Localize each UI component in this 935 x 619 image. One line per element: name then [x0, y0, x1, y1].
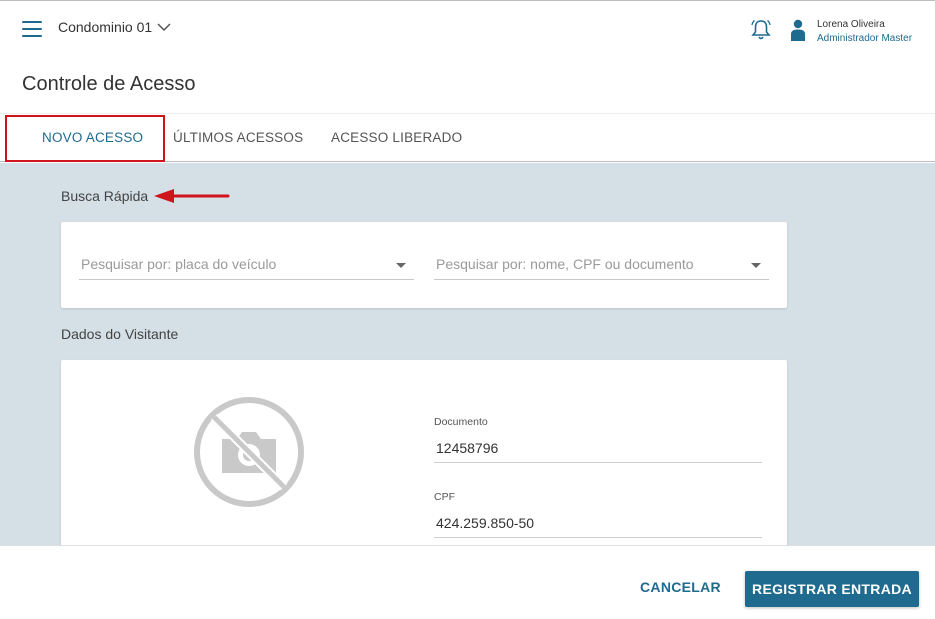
page-title: Controle de Acesso [22, 73, 196, 95]
document-value[interactable]: 12458796 [434, 440, 762, 463]
vehicle-plate-placeholder: Pesquisar por: placa do veículo [81, 256, 277, 272]
quick-search-label: Busca Rápida [61, 188, 149, 204]
quick-search-card: Pesquisar por: placa do veículo Pesquisa… [61, 222, 787, 308]
dropdown-arrow-icon[interactable] [396, 263, 406, 268]
document-label: Documento [434, 416, 488, 428]
top-bar: Condominio 01 Lorena Oliveira Administra… [0, 0, 935, 56]
tab-highlight-box [5, 115, 165, 162]
annotation-arrow-icon [154, 189, 230, 203]
visitor-data-label: Dados do Visitante [61, 326, 179, 342]
cancel-button[interactable]: CANCELAR [628, 569, 733, 605]
person-search-placeholder: Pesquisar por: nome, CPF ou documento [436, 256, 694, 272]
user-role: Administrador Master [817, 33, 913, 44]
condominium-selector[interactable]: Condominio 01 [58, 19, 171, 35]
tab-acesso-liberado[interactable]: ACESSO LIBERADO [331, 130, 462, 145]
bell-icon[interactable] [751, 19, 771, 41]
cpf-label: CPF [434, 491, 455, 503]
hamburger-menu-icon[interactable] [22, 21, 42, 37]
visitor-card: Documento 12458796 CPF 424.259.850-50 [61, 360, 787, 545]
chevron-down-icon [157, 23, 171, 32]
main-content: Busca Rápida Pesquisar por: placa do veí… [0, 163, 935, 545]
cpf-field[interactable]: CPF 424.259.850-50 [434, 491, 762, 538]
register-entry-button[interactable]: REGISTRAR ENTRADA [745, 571, 919, 607]
user-avatar-icon [791, 19, 805, 41]
tab-ultimos-acessos[interactable]: ÚLTIMOS ACESSOS [173, 130, 303, 145]
vehicle-plate-search[interactable]: Pesquisar por: placa do veículo [79, 256, 414, 280]
cpf-value[interactable]: 424.259.850-50 [434, 515, 762, 538]
condominium-label: Condominio 01 [58, 19, 153, 35]
user-name: Lorena Oliveira [817, 19, 885, 30]
document-field[interactable]: Documento 12458796 [434, 416, 762, 463]
no-camera-icon[interactable] [192, 395, 306, 509]
dropdown-arrow-icon[interactable] [751, 263, 761, 268]
person-search[interactable]: Pesquisar por: nome, CPF ou documento [434, 256, 769, 280]
footer-bar: CANCELAR REGISTRAR ENTRADA [0, 545, 935, 619]
